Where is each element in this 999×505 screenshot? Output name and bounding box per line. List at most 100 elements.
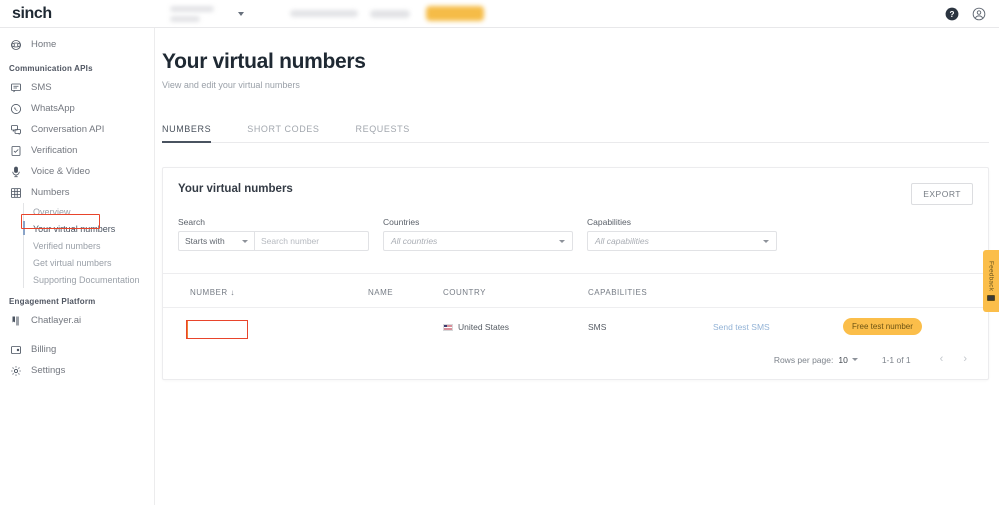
help-circle-icon[interactable]: ? <box>944 6 960 22</box>
sidebar-item-home[interactable]: Home <box>0 34 154 55</box>
number-redacted-wrapper[interactable] <box>186 319 248 339</box>
sidebar-item-label: WhatsApp <box>31 103 75 114</box>
column-header-country[interactable]: COUNTRY <box>443 274 588 308</box>
cell-name <box>368 308 443 346</box>
cell-number[interactable] <box>163 308 368 346</box>
sidebar-item-settings[interactable]: Settings <box>0 360 154 381</box>
sidebar-subitem-label: Your virtual numbers <box>33 223 116 234</box>
search-mode-select[interactable]: Starts with <box>178 231 254 251</box>
search-mode-value: Starts with <box>185 236 225 246</box>
table-header: NUMBER ↓ NAME COUNTRY CAPABILITIES <box>163 274 988 308</box>
sidebar-item-billing[interactable]: Billing <box>0 339 154 360</box>
body: Home Communication APIs SMS WhatsApp Con… <box>0 28 999 505</box>
sidebar-item-verified-numbers[interactable]: Verified numbers <box>33 237 154 254</box>
conversation-icon <box>9 123 22 136</box>
numbers-card: Your virtual numbers EXPORT Search Start… <box>162 167 989 380</box>
column-header-action <box>713 274 843 308</box>
pagination-range: 1-1 of 1 <box>881 354 911 365</box>
sidebar-item-verification[interactable]: Verification <box>0 140 154 161</box>
sidebar-item-get-virtual-numbers[interactable]: Get virtual numbers <box>33 254 154 271</box>
search-input-placeholder: Search number <box>261 236 320 246</box>
sidebar-item-label: Billing <box>31 344 57 355</box>
home-icon <box>9 38 22 51</box>
capabilities-label: Capabilities <box>587 217 631 227</box>
column-header-capabilities[interactable]: CAPABILITIES <box>588 274 713 308</box>
top-bar: sinch ? <box>0 0 999 28</box>
sidebar-item-sms[interactable]: SMS <box>0 77 154 98</box>
countries-filter-group: Countries All countries <box>383 217 573 251</box>
sidebar-item-overview[interactable]: Overview <box>33 203 154 220</box>
account-chevron-down-icon[interactable] <box>237 11 244 16</box>
sidebar-item-your-virtual-numbers[interactable]: Your virtual numbers <box>23 220 154 237</box>
sidebar-item-whatsapp[interactable]: WhatsApp <box>0 98 154 119</box>
whatsapp-icon <box>9 102 22 115</box>
sidebar-item-numbers[interactable]: Numbers <box>0 182 154 203</box>
sidebar-subitem-label: Get virtual numbers <box>33 257 112 268</box>
countries-label: Countries <box>383 217 420 227</box>
sidebar-subitem-label: Overview <box>33 206 71 217</box>
search-controls: Starts with Search number <box>178 231 369 251</box>
highlight-box-number <box>186 319 248 339</box>
sidebar-item-chatlayer[interactable]: Chatlayer.ai <box>0 310 154 331</box>
table-row[interactable]: United States SMS Send test SMS Free tes… <box>163 308 988 346</box>
cell-action: Send test SMS <box>713 308 843 346</box>
column-header-name[interactable]: NAME <box>368 274 443 308</box>
sidebar-section-communication-apis: Communication APIs <box>9 64 93 73</box>
capabilities-select[interactable]: All capabilities <box>587 231 777 251</box>
balance-value-redacted <box>369 9 410 18</box>
send-test-sms-link[interactable]: Send test SMS <box>713 322 770 332</box>
chevron-right-icon[interactable]: › <box>958 354 972 365</box>
status-badge: Free test number <box>843 318 922 335</box>
sidebar-item-supporting-documentation[interactable]: Supporting Documentation <box>33 271 154 288</box>
rows-per-page-select[interactable]: 10 <box>838 355 858 365</box>
tab-numbers[interactable]: NUMBERS <box>162 118 212 143</box>
cell-badge: Free test number <box>843 308 988 346</box>
chevron-down-icon <box>559 239 565 243</box>
sort-descending-icon: ↓ <box>230 288 235 297</box>
tab-requests[interactable]: REQUESTS <box>356 118 410 142</box>
topup-button-redacted[interactable] <box>425 6 484 21</box>
rows-per-page-group: Rows per page: 10 <box>774 355 858 365</box>
export-button[interactable]: EXPORT <box>911 183 973 205</box>
sidebar-item-label: Settings <box>31 365 66 376</box>
filter-bar: Search Starts with Search number Countri… <box>163 205 988 273</box>
us-flag-icon <box>443 323 453 331</box>
capabilities-value: All capabilities <box>595 236 649 246</box>
application-window: sinch ? Home Communication APIs SMS What… <box>0 0 999 505</box>
card-title: Your virtual numbers <box>178 183 293 195</box>
billing-wallet-icon <box>9 343 22 356</box>
chatlayer-icon <box>9 314 22 327</box>
sidebar-item-label: SMS <box>31 82 52 93</box>
sidebar-item-voice-video[interactable]: Voice & Video <box>0 161 154 182</box>
balance-label-redacted <box>289 10 358 17</box>
sidebar-item-label: Verification <box>31 145 78 156</box>
sidebar-item-label: Numbers <box>31 187 70 198</box>
pagination: Rows per page: 10 1-1 of 1 ‹ › <box>163 345 988 379</box>
search-input[interactable]: Search number <box>254 231 369 251</box>
sidebar-item-label: Voice & Video <box>31 166 90 177</box>
sinch-logo[interactable]: sinch <box>12 5 52 23</box>
account-name-redacted <box>169 5 214 22</box>
chevron-left-icon[interactable]: ‹ <box>935 354 949 365</box>
account-switcher[interactable] <box>169 5 484 22</box>
column-header-badge <box>843 274 988 308</box>
column-header-number[interactable]: NUMBER ↓ <box>163 274 368 308</box>
tab-short-codes[interactable]: SHORT CODES <box>247 118 319 142</box>
cell-capabilities: SMS <box>588 321 607 332</box>
sidebar-subitem-label: Verified numbers <box>33 240 101 251</box>
feedback-label: Feedback <box>987 261 995 292</box>
user-account-icon[interactable] <box>971 6 987 22</box>
sidebar-item-conversation-api[interactable]: Conversation API <box>0 119 154 140</box>
rows-per-page-label: Rows per page: <box>773 354 834 365</box>
column-label: NUMBER <box>190 288 228 297</box>
countries-select[interactable]: All countries <box>383 231 573 251</box>
sidebar-subnav-numbers: Overview Your virtual numbers Verified n… <box>23 203 154 288</box>
page-subtitle: View and edit your virtual numbers <box>162 80 300 90</box>
chevron-down-icon <box>242 239 248 243</box>
svg-text:?: ? <box>950 9 955 18</box>
sidebar-item-label: Conversation API <box>31 124 105 135</box>
sidebar-item-label: Home <box>31 39 57 50</box>
sidebar: Home Communication APIs SMS WhatsApp Con… <box>0 28 155 505</box>
main-content: Your virtual numbers View and edit your … <box>155 28 999 505</box>
feedback-tab[interactable]: Feedback <box>983 250 999 312</box>
